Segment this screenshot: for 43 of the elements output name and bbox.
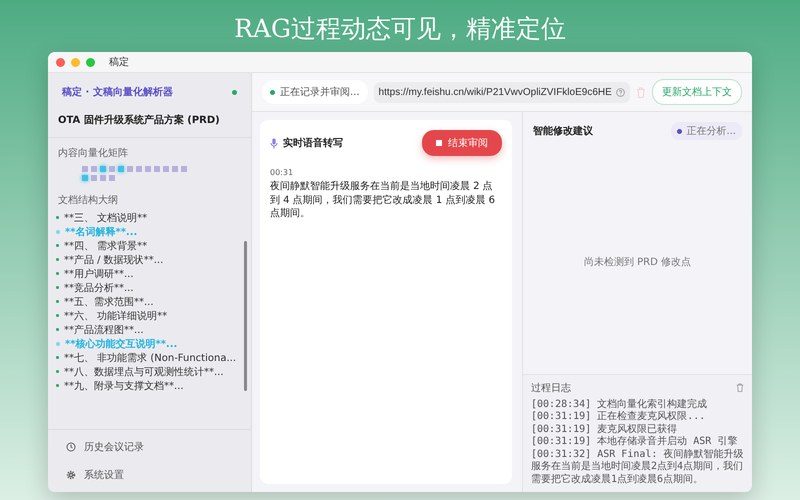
outline-item[interactable]: **五、需求范围**... bbox=[56, 295, 244, 308]
document-title: OTA 固件升级系统产品方案 (PRD) bbox=[48, 99, 251, 138]
timestamp: 00:31 bbox=[270, 168, 294, 177]
log-line: [00:31:19] 麦克风权限已获得 bbox=[531, 424, 678, 436]
analysis-badge: 正在分析... bbox=[671, 122, 742, 140]
outline-item[interactable]: **竞品分析**... bbox=[56, 281, 244, 294]
log-line: [00:31:19] 本地存储录音并启动 ASR 引擎 bbox=[531, 436, 738, 448]
outline-item[interactable]: **八、数据埋点与可观测性统计**... bbox=[56, 365, 244, 378]
outline-item[interactable]: **九、附录与支撑文档**... bbox=[56, 379, 244, 392]
help-icon[interactable] bbox=[616, 88, 625, 96]
outline-item[interactable]: **产品 / 数据现状**... bbox=[56, 253, 244, 266]
scrollbar[interactable] bbox=[244, 241, 247, 391]
zoom-button[interactable] bbox=[86, 58, 95, 66]
url-field[interactable]: https://my.feishu.cn/wiki/P21VwvOpliZVIFkloE9c6HE bbox=[374, 82, 630, 102]
outline-item[interactable]: **产品流程图**... bbox=[56, 323, 244, 336]
minimize-button[interactable] bbox=[71, 58, 80, 66]
log-line: [00:31:19] 正在检查麦克风权限... bbox=[531, 411, 706, 424]
empty-message: 尚未检测到 PRD 修改点 bbox=[584, 256, 692, 269]
outline-item[interactable]: **六、 功能详细说明** bbox=[56, 309, 244, 322]
microphone-icon bbox=[270, 138, 278, 148]
card-title: 实时语音转写 bbox=[283, 136, 343, 150]
section-title: 内容向量化矩阵 bbox=[57, 146, 129, 161]
transcript-text: 夜间静默智能升级服务在当前是当地时间凌晨 2 点到 4 点期间，我们需要把它改成凌晨 1 点到凌晨 6 点期间。 bbox=[270, 180, 496, 220]
headline: RAG过程动态可见，精准定位 bbox=[233, 13, 567, 45]
nav-item[interactable]: 历史会议记录 bbox=[48, 436, 251, 458]
settings-icon bbox=[66, 470, 76, 480]
trash-icon[interactable] bbox=[736, 383, 744, 392]
outline-item[interactable]: **七、 非功能需求 (Non-Functiona... bbox=[56, 351, 244, 364]
log-line: [00:28:34] 文档向量化索引构建完成 bbox=[531, 398, 708, 410]
log-line: [00:31:32] ASR Final: 夜间静默智能升级服务在当前是当地时间凌晨2点到4点期间，我们需要把它改成凌晨1点到凌晨6点期间。 bbox=[531, 448, 744, 486]
clock-icon bbox=[66, 442, 76, 452]
stop-review-button[interactable]: 结束审阅 bbox=[422, 130, 502, 156]
nav-item[interactable]: 系统设置 bbox=[48, 464, 251, 486]
outline-item[interactable]: **四、 需求背景** bbox=[56, 239, 244, 252]
close-button[interactable] bbox=[56, 58, 65, 66]
outline-item[interactable]: **用户调研**... bbox=[56, 267, 244, 280]
app-label: 稿定 · 文稿向量化解析器 bbox=[62, 85, 173, 99]
recording-status: 正在记录并审阅... bbox=[262, 80, 368, 104]
log-title: 过程日志 bbox=[531, 382, 571, 394]
panel-title: 智能修改建议 bbox=[533, 124, 593, 138]
section-title: 文档结构大纲 bbox=[57, 194, 119, 208]
window-title: 稿定 bbox=[109, 56, 129, 69]
outline-item[interactable]: **三、 文档说明** bbox=[56, 211, 244, 224]
